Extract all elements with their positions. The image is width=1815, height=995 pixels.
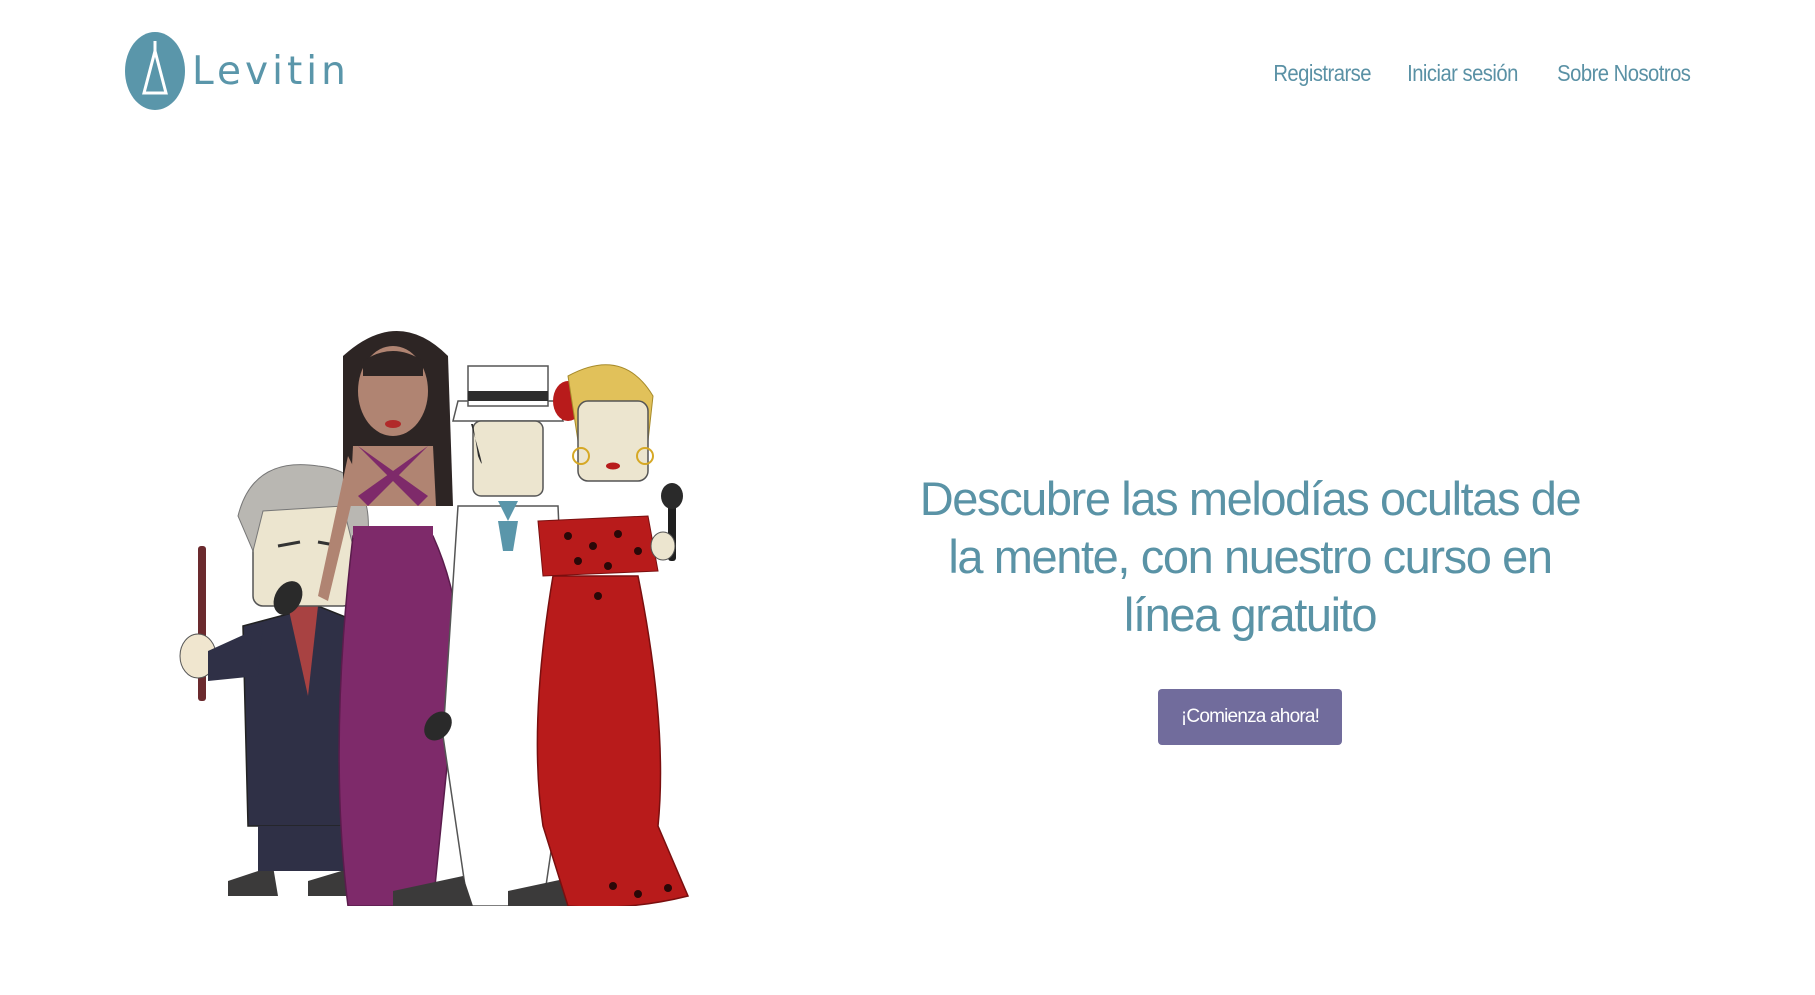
nav-register-link[interactable]: Registrarse bbox=[1273, 60, 1371, 87]
brand-name: Levitin bbox=[192, 48, 350, 94]
brand-logo[interactable]: Levitin bbox=[124, 31, 350, 111]
top-nav: Registrarse Iniciar sesión Sobre Nosotro… bbox=[1260, 60, 1690, 87]
hero-copy: Descubre las melodías ocultas de la ment… bbox=[905, 470, 1595, 745]
nav-login-link[interactable]: Iniciar sesión bbox=[1407, 60, 1518, 87]
site-header: Levitin Registrarse Iniciar sesión Sobre… bbox=[0, 0, 1815, 150]
start-now-button[interactable]: ¡Comienza ahora! bbox=[1158, 689, 1342, 745]
hero-headline: Descubre las melodías ocultas de la ment… bbox=[919, 472, 1582, 641]
tuning-fork-icon bbox=[125, 32, 185, 110]
music-legends-illustration bbox=[179, 331, 690, 906]
nav-about-link[interactable]: Sobre Nosotros bbox=[1557, 60, 1691, 87]
singer-red-figure bbox=[536, 364, 690, 906]
